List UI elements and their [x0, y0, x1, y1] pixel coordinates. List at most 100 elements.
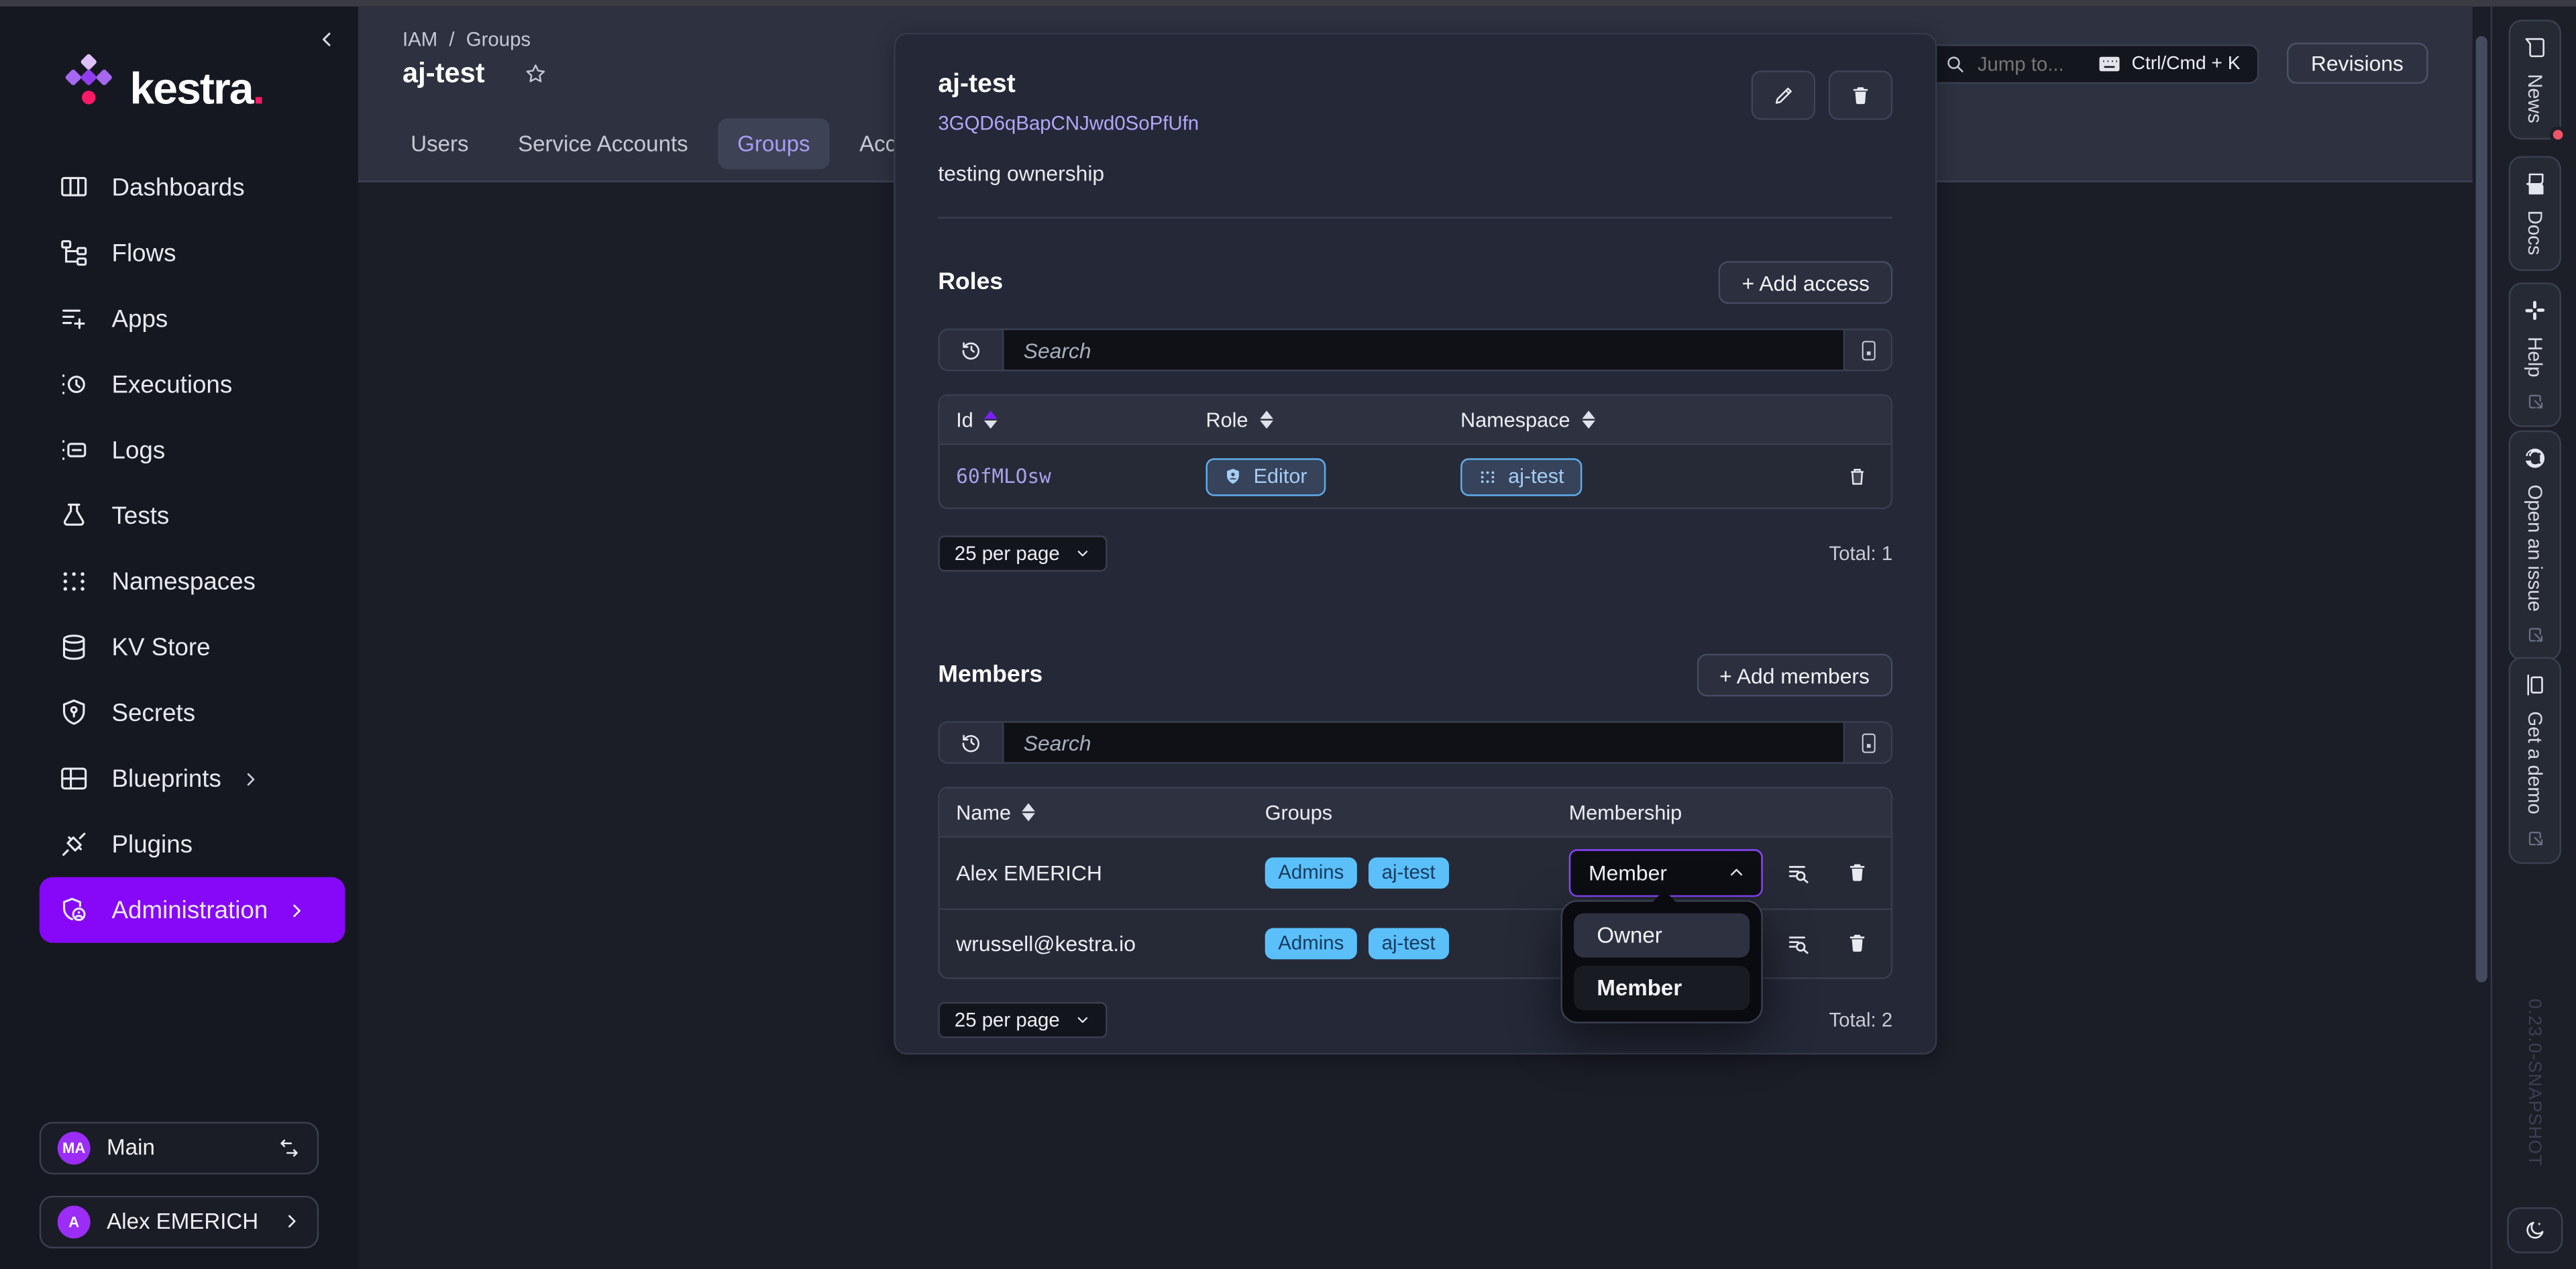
sort-icon[interactable] [1582, 410, 1595, 429]
sidebar-collapse-button[interactable] [317, 30, 337, 49]
chevron-left-icon [317, 30, 337, 49]
group-chip[interactable]: Admins [1265, 857, 1357, 889]
sidebar-item-label: Plugins [112, 830, 193, 859]
sidebar-item-label: Executions [112, 370, 233, 398]
kestra-logo-icon [62, 52, 115, 108]
sidebar-item-kv-store[interactable]: KV Store [40, 614, 345, 680]
group-chip[interactable]: aj-test [1368, 928, 1448, 959]
blueprints-icon [59, 764, 89, 793]
theme-toggle-button[interactable] [2507, 1207, 2563, 1254]
sidebar-item-secrets[interactable]: Secrets [40, 680, 345, 746]
roles-table-header: Id Role Namespace [940, 396, 1891, 445]
open-an-issue-button[interactable]: Open an issue [2509, 431, 2561, 661]
delete-member-icon[interactable] [1847, 932, 1868, 954]
scrollbar-thumb[interactable] [2476, 36, 2487, 983]
chevron-down-icon [1075, 1012, 1091, 1028]
save-filter-button[interactable] [1845, 723, 1891, 763]
sort-icon[interactable] [1260, 410, 1273, 429]
dropdown-option-member[interactable]: Member [1574, 966, 1750, 1010]
breadcrumb-separator: / [449, 28, 454, 51]
plugins-icon [59, 830, 89, 859]
workspace-name: Main [107, 1136, 155, 1160]
sidebar: kestra. Dashboards Flows Apps Executions [0, 7, 358, 1269]
trash-icon [1850, 84, 1872, 107]
star-icon[interactable] [524, 62, 547, 85]
roles-search-input[interactable] [1024, 337, 1824, 362]
role-badge[interactable]: Editor [1206, 457, 1326, 495]
sidebar-item-dashboards[interactable]: Dashboards [40, 154, 345, 220]
role-row: 60fMLOsw Editor aj-test [940, 445, 1891, 508]
sort-icon[interactable] [1022, 803, 1036, 822]
member-audit-logs-icon[interactable] [1786, 931, 1811, 956]
sidebar-item-flows[interactable]: Flows [40, 220, 345, 286]
add-access-button[interactable]: + Add access [1719, 261, 1892, 304]
get-a-demo-label: Get a demo [2524, 711, 2546, 814]
user-menu[interactable]: A Alex EMERICH [40, 1195, 319, 1248]
sidebar-item-namespaces[interactable]: Namespaces [40, 549, 345, 614]
membership-select[interactable]: Member [1569, 849, 1763, 897]
flows-icon [59, 238, 89, 268]
edit-group-button[interactable] [1752, 70, 1816, 119]
roles-search-bar [938, 329, 1892, 372]
sidebar-item-logs[interactable]: Logs [40, 417, 345, 483]
breadcrumb-current[interactable]: Groups [466, 28, 531, 51]
group-chip[interactable]: Admins [1265, 928, 1357, 959]
tab-groups[interactable]: Groups [718, 118, 830, 169]
members-per-page-select[interactable]: 25 per page [938, 1002, 1107, 1038]
roles-per-page-select[interactable]: 25 per page [938, 535, 1107, 571]
tests-icon [59, 501, 89, 531]
members-total: Total: 2 [1829, 1009, 1892, 1032]
group-id[interactable]: 3GQD6qBapCNJwd0SoPfUfn [938, 112, 1199, 135]
add-members-button[interactable]: + Add members [1697, 654, 1892, 697]
tab-users[interactable]: Users [391, 118, 488, 169]
jump-to-input[interactable] [1978, 52, 2084, 74]
members-search-input[interactable] [1024, 730, 1824, 755]
delete-role-icon[interactable] [1847, 465, 1868, 488]
sidebar-item-blueprints[interactable]: Blueprints [40, 746, 345, 812]
sidebar-item-tests[interactable]: Tests [40, 483, 345, 549]
sidebar-item-administration[interactable]: Administration [40, 877, 345, 943]
column-header-id[interactable]: Id [940, 408, 1189, 431]
tab-service-accounts[interactable]: Service Accounts [498, 118, 708, 169]
sidebar-footer: MA Main A Alex EMERICH [0, 1121, 358, 1269]
column-header-namespace[interactable]: Namespace [1444, 408, 1792, 431]
scrollbar-track[interactable] [2473, 7, 2491, 1269]
news-button[interactable]: News [2509, 19, 2561, 140]
sidebar-item-apps[interactable]: Apps [40, 286, 345, 351]
sort-icon[interactable] [985, 410, 998, 429]
group-chip[interactable]: aj-test [1368, 857, 1448, 889]
main-area: IAM / Groups aj-test Ctrl/Cmd + K Revisi… [358, 7, 2473, 1269]
column-header-role[interactable]: Role [1189, 408, 1444, 431]
docs-button[interactable]: Docs [2509, 156, 2561, 272]
dropdown-option-owner[interactable]: Owner [1574, 914, 1750, 958]
search-history-button[interactable] [940, 330, 1002, 370]
members-search-bar [938, 721, 1892, 764]
sidebar-nav: Dashboards Flows Apps Executions Logs Te… [0, 154, 358, 943]
role-id[interactable]: 60fMLOsw [956, 465, 1051, 488]
column-header-groups: Groups [1248, 801, 1552, 824]
search-history-button[interactable] [940, 723, 1002, 763]
help-button[interactable]: Help [2509, 282, 2561, 427]
namespace-badge[interactable]: aj-test [1460, 457, 1582, 495]
delete-group-button[interactable] [1829, 70, 1893, 119]
notification-dot [2550, 127, 2566, 143]
brand-name: kestra. [129, 68, 264, 109]
workspace-switcher[interactable]: MA Main [40, 1121, 319, 1174]
member-audit-logs-icon[interactable] [1786, 861, 1811, 885]
sidebar-item-plugins[interactable]: Plugins [40, 812, 345, 877]
breadcrumb-root[interactable]: IAM [402, 28, 437, 51]
column-header-membership: Membership [1552, 801, 1769, 824]
delete-member-icon[interactable] [1847, 861, 1868, 884]
column-header-name[interactable]: Name [940, 801, 1248, 824]
sidebar-item-label: Secrets [112, 699, 196, 727]
kestra-logo[interactable]: kestra. [62, 52, 358, 108]
slack-icon [2524, 299, 2546, 322]
docs-label: Docs [2524, 210, 2546, 255]
history-icon [959, 338, 982, 361]
sidebar-item-executions[interactable]: Executions [40, 351, 345, 417]
get-a-demo-button[interactable]: Get a demo [2509, 657, 2561, 864]
revisions-button[interactable]: Revisions [2286, 43, 2428, 84]
save-filter-button[interactable] [1845, 330, 1891, 370]
jump-to-search[interactable]: Ctrl/Cmd + K [1927, 44, 2259, 83]
logs-icon [59, 435, 89, 465]
